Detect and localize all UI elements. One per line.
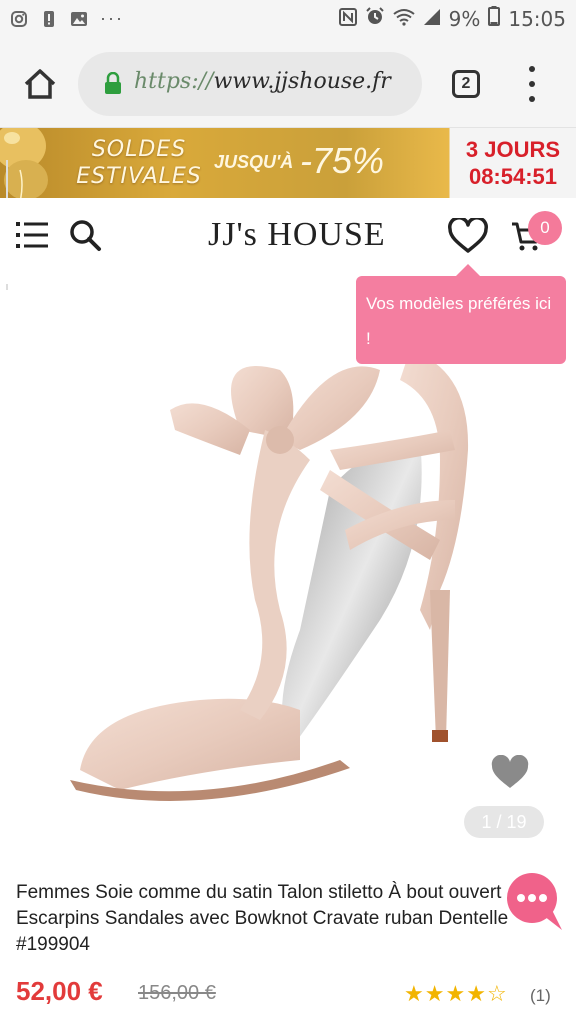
product-title: Femmes Soie comme du satin Talon stilett… (16, 882, 509, 955)
promo-headline: SOLDES ESTIVALES (74, 136, 204, 190)
original-price: 156,00 € (138, 982, 216, 1004)
tooltip-arrow (456, 264, 480, 276)
promo-upto: JUSQU'À (214, 152, 294, 172)
star-full-icon: ★ (424, 981, 445, 1006)
promo-discount: -75% (300, 140, 385, 181)
home-icon (24, 69, 56, 99)
instagram-icon (10, 10, 28, 28)
image-counter: 1 / 19 (464, 806, 544, 838)
url-scheme: https:// (134, 69, 214, 94)
signal-icon (423, 7, 441, 31)
browser-toolbar: https://www.jjshouse.fr 2 (0, 38, 576, 128)
site-logo[interactable]: JJ's HOUSE (208, 216, 386, 254)
promo-banner[interactable]: SOLDES ESTIVALES JUSQU'À -75% 3 JOURS 08… (0, 128, 576, 198)
alert-icon (40, 10, 58, 28)
promo-line2: ESTIVALES (76, 164, 202, 189)
battery-percent: 9% (448, 6, 481, 31)
lock-icon (104, 71, 122, 94)
battery-icon (488, 6, 501, 31)
promo-line1: SOLDES (91, 137, 187, 162)
home-button[interactable] (20, 64, 60, 104)
nfc-icon (338, 7, 357, 31)
heart-icon (448, 216, 488, 253)
search-icon (70, 220, 101, 251)
wishlist-button[interactable] (448, 216, 488, 254)
rating-stars[interactable]: ★ ★ ★ ★ ☆ (404, 982, 507, 1006)
star-full-icon: ★ (445, 981, 466, 1006)
review-count[interactable]: (1) (530, 986, 551, 1006)
balloon-icon (0, 128, 48, 198)
chat-bubble-icon (507, 873, 562, 930)
list-menu-icon (16, 222, 48, 248)
favorites-tooltip[interactable]: Vos modèles préférés ici ! (356, 276, 566, 364)
cart-count-badge: 0 (528, 211, 562, 245)
star-full-icon: ★ (466, 981, 486, 1006)
url-text[interactable]: https://www.jjshouse.fr (134, 69, 391, 94)
star-full-icon: ★ (404, 981, 424, 1006)
status-bar: ··· 9% 15:05 (0, 0, 576, 38)
heart-filled-icon (491, 754, 529, 788)
wifi-icon (393, 7, 415, 31)
more-notifications: ··· (100, 8, 124, 28)
alarm-icon (365, 6, 385, 31)
countdown-timer: 08:54:51 (468, 164, 558, 189)
clock: 15:05 (508, 6, 566, 31)
add-to-wishlist-button[interactable] (490, 754, 530, 791)
site-header: JJ's HOUSE 0 (0, 198, 576, 284)
tab-switcher-button[interactable]: 2 (452, 70, 480, 98)
address-bar[interactable]: https://www.jjshouse.fr (78, 52, 422, 116)
countdown: 3 JOURS 08:54:51 (450, 136, 576, 198)
status-right: 9% 15:05 (338, 6, 566, 31)
url-host: www.jjshouse.fr (213, 69, 391, 94)
star-empty-icon: ☆ (486, 981, 507, 1006)
gallery-icon (70, 10, 88, 28)
status-left-icons: ··· (10, 8, 124, 29)
chat-button[interactable] (504, 870, 568, 934)
product-price: 52,00 € (16, 976, 103, 1006)
search-button[interactable] (68, 218, 102, 252)
product-image[interactable]: 1 / 19 (0, 290, 576, 850)
countdown-days: 3 JOURS (465, 137, 561, 162)
browser-menu-button[interactable] (522, 66, 542, 102)
menu-button[interactable] (16, 220, 48, 250)
